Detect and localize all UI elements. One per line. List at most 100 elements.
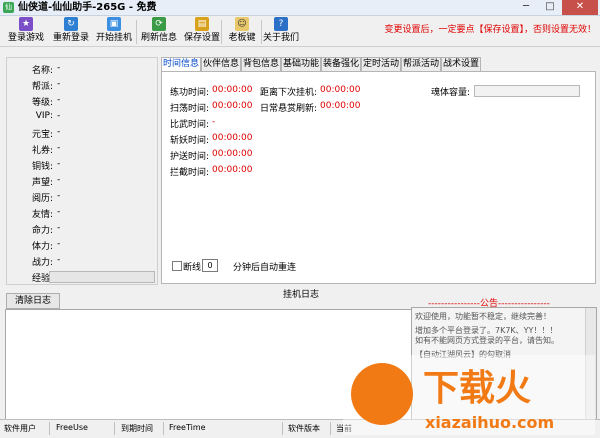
info-row-level: 等级: -: [7, 93, 157, 109]
info-value: -: [57, 159, 61, 169]
info-row-copper: 铜钱: -: [7, 157, 157, 173]
disconnect-checkbox[interactable]: [172, 261, 182, 271]
minimize-button[interactable]: ─: [514, 0, 538, 15]
tab-basic-functions[interactable]: 基础功能: [281, 57, 321, 71]
title-bar: 仙 仙侠道-仙仙助手-265G - 免费 ─ □ ✕: [0, 0, 600, 16]
info-row-name: 名称: -: [7, 61, 157, 77]
character-info-panel: 名称: - 帮派: - 等级: - VIP: - 元宝: - 礼券: - 铜钱: - 声望: -…: [6, 57, 158, 285]
info-label: 等级:: [31, 98, 53, 108]
watermark: 下载火 xiazaihuo.com: [343, 355, 595, 435]
watermark-text: 下载火: [423, 368, 532, 409]
reconnect-suffix: 分钟后自动重连: [233, 263, 297, 273]
window-controls: ─ □ ✕: [514, 0, 598, 15]
user-value: FreeUse: [56, 423, 88, 432]
tab-timed-events[interactable]: 定时活动: [361, 57, 401, 71]
announcement-line: 如有不能网页方式登录的平台，请告知。: [415, 336, 559, 345]
info-label: 名称:: [31, 66, 53, 76]
info-value: -: [57, 175, 61, 185]
relogin-label: 重新登录: [52, 33, 89, 43]
version-label: 软件版本: [288, 424, 320, 433]
bounty-refresh-value: 00:00:00: [320, 101, 361, 111]
tab-time-info[interactable]: 时间信息: [161, 57, 201, 72]
info-label: 铜钱:: [31, 162, 53, 172]
toolbar-separator: [261, 20, 262, 44]
announcement-line: 欢迎使用，功能暂不稳定，继续完善！: [415, 312, 551, 321]
save-settings-label: 保存设置: [183, 33, 220, 43]
window-title: 仙侠道-仙仙助手-265G - 免费: [18, 2, 157, 13]
info-row-power: 战力: -: [7, 253, 157, 269]
status-separator: [282, 422, 283, 435]
duel-time-label: 比武时间:: [170, 120, 210, 130]
info-value: -: [57, 95, 61, 105]
status-separator: [114, 422, 115, 435]
tab-equipment-upgrade[interactable]: 装备强化: [321, 57, 361, 71]
tab-bag-info[interactable]: 背包信息: [241, 57, 281, 71]
bounty-refresh-label: 日常悬赏刷新:: [260, 104, 318, 114]
save-settings-notice: 变更设置后，一定要点【保存设置】，否则设置无效！: [384, 25, 596, 35]
app-icon: 仙: [3, 2, 14, 13]
info-value: -: [57, 143, 61, 153]
tab-guild-events[interactable]: 帮派活动: [401, 57, 441, 71]
boss-key-button[interactable]: ☺ 老板键: [224, 17, 260, 45]
info-label: 帮派:: [31, 82, 53, 92]
next-afk-value: 00:00:00: [320, 85, 361, 95]
toolbar-separator: [136, 20, 137, 44]
info-row-exp-bar: 经验:: [7, 269, 157, 285]
info-row-vip: VIP: -: [7, 109, 157, 125]
save-icon: ▤: [195, 17, 209, 31]
info-value: -: [57, 79, 61, 89]
info-label: VIP:: [35, 111, 53, 121]
soul-capacity-bar: [474, 85, 580, 97]
info-label: 声望:: [31, 178, 53, 188]
watermark-logo-icon: [351, 363, 413, 425]
about-us-button[interactable]: ? 关于我们: [263, 17, 299, 45]
refresh-info-button[interactable]: ⟳ 刷新信息: [139, 17, 179, 45]
about-icon: ?: [274, 17, 288, 31]
info-value: -: [57, 223, 61, 233]
relogin-button[interactable]: ↻ 重新登录: [51, 17, 91, 45]
about-us-label: 关于我们: [263, 33, 300, 43]
start-afk-button[interactable]: ▣ 开始挂机: [94, 17, 134, 45]
info-label: 体力:: [31, 242, 53, 252]
demon-slay-time-value: 00:00:00: [212, 133, 253, 143]
tab-partner-info[interactable]: 伙伴信息: [201, 57, 241, 71]
train-time-label: 练功时间:: [170, 88, 210, 98]
intercept-time-label: 拦截时间:: [170, 168, 210, 178]
clear-log-button[interactable]: 清除日志: [6, 293, 60, 309]
info-row-coupon: 礼券: -: [7, 141, 157, 157]
maximize-button[interactable]: □: [538, 0, 562, 15]
info-label: 命力:: [31, 226, 53, 236]
info-row-ingot: 元宝: -: [7, 125, 157, 141]
info-value: -: [57, 63, 61, 73]
train-time-value: 00:00:00: [212, 85, 253, 95]
status-separator: [163, 422, 164, 435]
sweep-time-value: 00:00:00: [212, 101, 253, 111]
close-button[interactable]: ✕: [562, 0, 598, 15]
login-icon: ★: [19, 17, 33, 31]
expiry-label: 到期时间: [121, 424, 153, 433]
info-label: 阅历:: [31, 194, 53, 204]
refresh-info-label: 刷新信息: [140, 33, 177, 43]
escort-time-label: 护送时间:: [170, 152, 210, 162]
time-info-panel: 练功时间: 00:00:00 扫荡时间: 00:00:00 比武时间: - 斩妖…: [161, 71, 596, 284]
info-value: -: [57, 207, 61, 217]
start-afk-icon: ▣: [107, 17, 121, 31]
disconnect-label: 断线: [183, 263, 202, 273]
info-value: -: [57, 239, 61, 249]
demon-slay-time-label: 斩妖时间:: [170, 136, 210, 146]
info-label: 友情:: [31, 210, 53, 220]
info-row-stamina: 体力: -: [7, 237, 157, 253]
login-game-label: 登录游戏: [7, 33, 44, 43]
info-label: 战力:: [31, 258, 53, 268]
tab-bar: 时间信息 伙伴信息 背包信息 基础功能 装备强化 定时活动 帮派活动 战术设置: [161, 57, 596, 72]
login-game-button[interactable]: ★ 登录游戏: [6, 17, 46, 45]
info-label: 元宝:: [31, 130, 53, 140]
info-row-prestige: 声望: -: [7, 173, 157, 189]
reconnect-minutes-input[interactable]: 0: [202, 259, 218, 272]
tab-tactics-settings[interactable]: 战术设置: [441, 57, 481, 71]
relogin-icon: ↻: [64, 17, 78, 31]
save-settings-button[interactable]: ▤ 保存设置: [182, 17, 222, 45]
duel-time-value: -: [212, 117, 216, 127]
exp-progress-bar: [49, 271, 155, 283]
soul-capacity-label: 魂体容量:: [431, 88, 471, 98]
